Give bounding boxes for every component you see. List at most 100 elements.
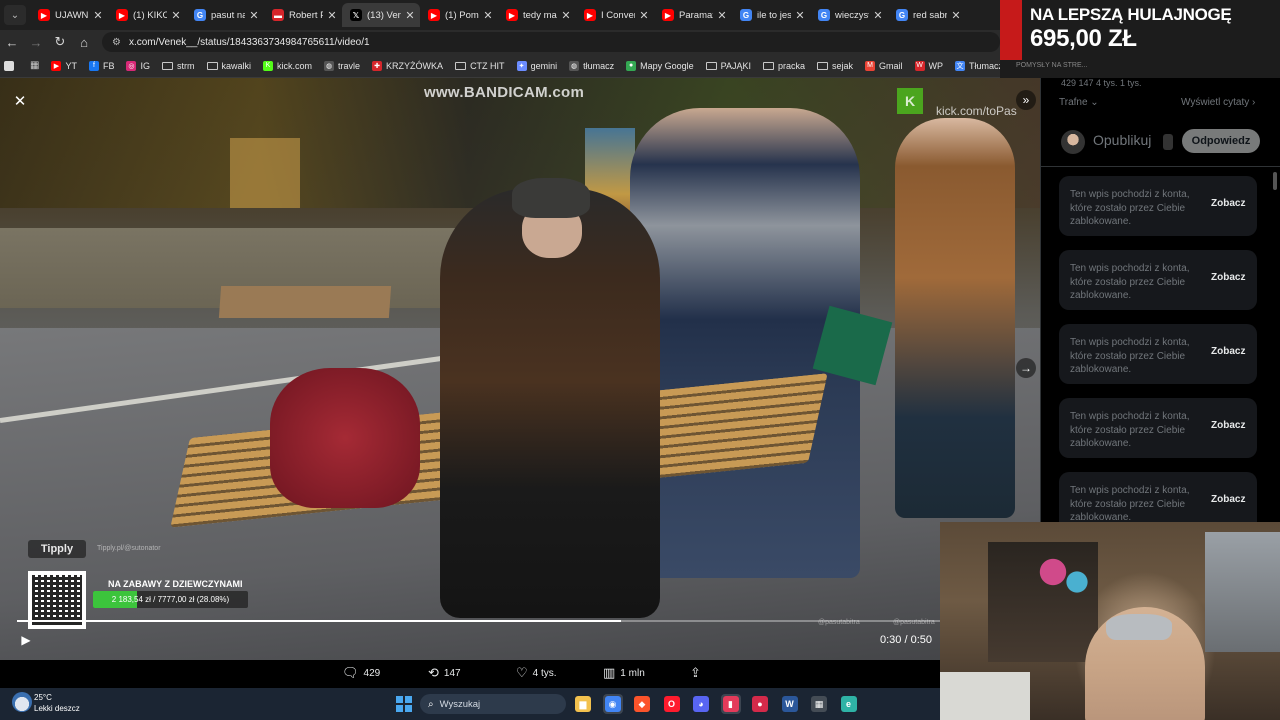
bookmark-item[interactable]: kawalki — [206, 61, 251, 71]
webcam-scene-couch — [940, 672, 1030, 720]
weather-rain-icon[interactable] — [12, 692, 32, 712]
bookmark-label: sejak — [832, 60, 854, 71]
close-tab-icon[interactable]: ✕ — [170, 9, 182, 22]
bookmark-item[interactable]: ● Mapy Google — [626, 60, 694, 71]
bookmark-item[interactable]: M Gmail — [865, 60, 903, 71]
browser-tab[interactable]: ▬ Robert P ✕ — [264, 3, 342, 27]
close-tab-icon[interactable]: ✕ — [248, 9, 260, 22]
site-info-icon[interactable]: ⚙ — [112, 37, 121, 48]
close-tab-icon[interactable]: ✕ — [326, 9, 338, 22]
browser-tab[interactable]: Gpasut na ✕ — [186, 3, 264, 27]
discord-icon[interactable]: ◕ — [691, 694, 711, 714]
browser-tab[interactable]: ▶ I Conver ✕ — [576, 3, 654, 27]
edge-icon[interactable]: e — [839, 694, 859, 714]
avatar[interactable] — [1061, 130, 1085, 154]
bookmark-item[interactable]: sejak — [817, 61, 853, 71]
bookmark-item[interactable]: PAJĄKI — [705, 61, 751, 71]
bookmark-item[interactable]: W WP — [914, 60, 943, 71]
google-icon: G — [194, 9, 206, 21]
forward-button[interactable]: → — [24, 30, 48, 54]
calculator-icon[interactable]: ▦ — [809, 694, 829, 714]
show-reply-button[interactable]: Zobacz — [1211, 494, 1245, 505]
video-player[interactable]: www.BANDICAM.com K kick.com/toPas ✕ » → … — [0, 78, 1040, 688]
file-explorer-icon[interactable]: ▆ — [573, 694, 593, 714]
close-tab-icon[interactable]: ✕ — [482, 9, 494, 22]
close-tab-icon[interactable]: ✕ — [638, 9, 650, 22]
seek-bar[interactable] — [17, 620, 1023, 622]
back-button[interactable]: ← — [0, 30, 24, 54]
browser-tab[interactable]: Gred sabr ✕ — [888, 3, 966, 27]
blocked-reply-text: Ten wpis pochodzi z konta, które zostało… — [1070, 485, 1190, 523]
show-reply-button[interactable]: Zobacz — [1211, 346, 1245, 357]
bookmark-item[interactable]: Kkick.com — [263, 60, 312, 71]
url-bar[interactable]: ⚙ x.com/Venek__/status/18433637349847656… — [102, 32, 1000, 52]
browser-tab[interactable]: ▶ (1) KIKO ✕ — [108, 3, 186, 27]
bookmark-item[interactable]: ✦ gemini — [516, 60, 557, 71]
views-button[interactable]: ▥ 1 mln — [603, 665, 645, 681]
bookmark-item[interactable]: ✚ KRZYŻÓWKA — [372, 60, 443, 71]
opera-icon[interactable]: O — [662, 694, 682, 714]
browser-tab[interactable]: ▶ UJAWNI ✕ — [30, 3, 108, 27]
show-reply-button[interactable]: Zobacz — [1211, 272, 1245, 283]
browser-tab[interactable]: Gile to jes ✕ — [732, 3, 810, 27]
close-tab-icon[interactable]: ✕ — [794, 9, 806, 22]
bookmark-item[interactable]: ◍ tłumacz — [569, 60, 615, 71]
scrollbar[interactable] — [1273, 172, 1277, 190]
browser-tab[interactable]: ▶ Paramax✕ — [654, 3, 732, 27]
bookmark-item[interactable]: ▶ YT — [51, 60, 77, 71]
show-reply-button[interactable]: Zobacz — [1211, 198, 1245, 209]
browser-tab[interactable]: ▶ tedy mar ✕ — [498, 3, 576, 27]
youtube-icon: ▶ — [662, 9, 674, 21]
close-tab-icon[interactable]: ✕ — [92, 9, 104, 22]
reply-input[interactable]: Opublikuj — [1093, 132, 1151, 148]
bookmark-item[interactable]: ◍ travle — [324, 60, 360, 71]
close-tab-icon[interactable]: ✕ — [716, 9, 728, 22]
close-media-button[interactable]: ✕ — [10, 91, 30, 111]
obs-icon[interactable]: ● — [750, 694, 770, 714]
post-reply-button[interactable]: Odpowiedz — [1182, 129, 1260, 153]
brave-icon[interactable]: ◆ — [632, 694, 652, 714]
weather-temperature[interactable]: 25°C — [34, 693, 52, 702]
close-tab-icon[interactable]: ✕ — [404, 9, 416, 22]
bookmark-item[interactable]: 文 Tłumacz — [955, 60, 1003, 71]
blocked-reply-text: Ten wpis pochodzi z konta, które zostało… — [1070, 337, 1190, 375]
browser-tab[interactable]: 𝕏 (13) Vene✕ — [342, 3, 420, 27]
bookmark-grid-button[interactable]: ▦ — [30, 60, 39, 71]
banner-title: NA LEPSZĄ HULAJNOGĘ — [1030, 5, 1232, 24]
close-tab-icon[interactable]: ✕ — [872, 9, 884, 22]
browser-tab[interactable]: Gwieczyst ✕ — [810, 3, 888, 27]
share-button[interactable]: ⇪ — [690, 665, 706, 681]
repost-button[interactable]: ⟲ 147 — [428, 665, 461, 681]
home-button[interactable]: ⌂ — [72, 30, 96, 54]
word-icon[interactable]: W — [780, 694, 800, 714]
reload-button[interactable]: ↻ — [48, 30, 72, 54]
bookmark-item[interactable]: CTZ HIT — [455, 61, 505, 71]
bookmark-item[interactable]: strm — [162, 61, 195, 71]
sort-dropdown[interactable]: Trafne ⌄ — [1059, 97, 1099, 108]
tab-search-button[interactable]: ⌄ — [4, 5, 26, 25]
taskbar-search[interactable]: ⌕ Wyszukaj — [420, 694, 566, 714]
close-tab-icon[interactable]: ✕ — [950, 9, 962, 22]
gemini-icon: ✦ — [516, 60, 527, 71]
bookmark-apps-button[interactable] — [4, 60, 18, 71]
bookmark-item[interactable]: ◎ IG — [126, 60, 150, 71]
expand-sidebar-button[interactable]: » — [1016, 90, 1036, 110]
view-quotes-link[interactable]: Wyświetl cytaty › — [1181, 97, 1255, 108]
next-media-button[interactable]: → — [1016, 358, 1036, 378]
streamlabs-icon[interactable]: ▮ — [720, 694, 741, 714]
like-button[interactable]: ♡ 4 tys. — [516, 665, 557, 681]
reply-button[interactable]: 🗨︎ 429 — [342, 665, 380, 681]
start-button[interactable] — [396, 696, 412, 712]
bookmark-label: tłumacz — [583, 60, 615, 71]
show-reply-button[interactable]: Zobacz — [1211, 420, 1245, 431]
bookmark-item[interactable]: pracka — [762, 61, 805, 71]
media-icon[interactable] — [1163, 134, 1173, 150]
bookmark-item[interactable]: f FB — [88, 60, 114, 71]
weather-description[interactable]: Lekki deszcz — [34, 704, 80, 713]
play-button[interactable]: ▶ — [18, 632, 34, 648]
kick-icon: K — [263, 60, 274, 71]
youtube-icon: ▶ — [506, 9, 518, 21]
browser-tab[interactable]: ▶ (1) Pomo✕ — [420, 3, 498, 27]
chrome-icon[interactable]: ◉ — [602, 694, 623, 714]
close-tab-icon[interactable]: ✕ — [560, 9, 572, 22]
